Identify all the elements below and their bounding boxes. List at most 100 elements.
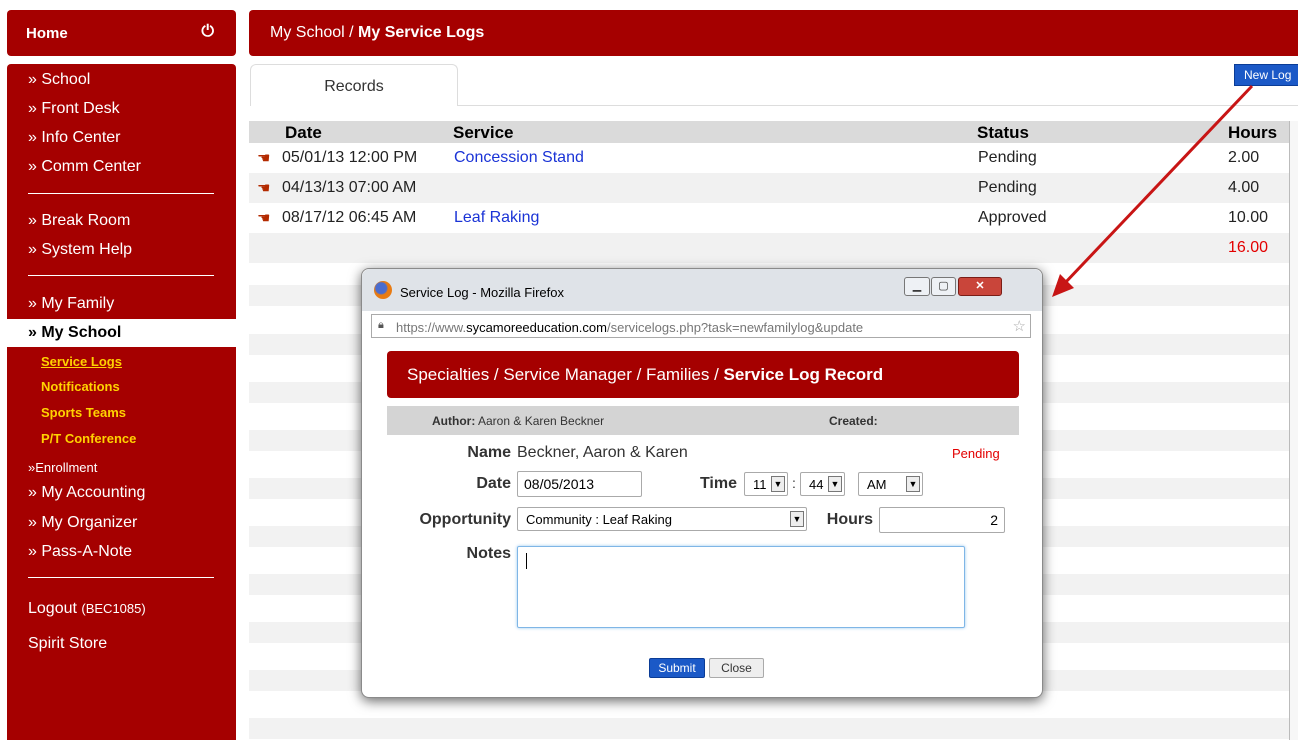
hand-icon: ☚ [257, 210, 271, 227]
sidebar-item-front-desk[interactable]: » Front Desk [28, 100, 120, 118]
vertical-scrollbar[interactable] [1289, 121, 1298, 740]
popup-content: Specialties / Service Manager / Families… [367, 342, 1037, 694]
sidebar-subitem-notifications[interactable]: Notifications [41, 379, 120, 394]
tab-records[interactable]: Records [250, 64, 458, 106]
col-service[interactable]: Service [453, 123, 514, 143]
date-field[interactable]: 08/05/2013 [517, 471, 642, 497]
row-status: Pending [978, 149, 1037, 166]
empty-stripe [249, 718, 1289, 739]
row-service-link[interactable]: Concession Stand [454, 149, 584, 167]
firefox-icon [374, 281, 392, 299]
name-label: Name [467, 444, 511, 461]
sidebar-item-logout[interactable]: Logout (BEC1085) [28, 600, 146, 618]
maximize-icon[interactable]: ▢ [931, 277, 956, 296]
ampm-value: AM [867, 477, 887, 492]
row-hours: 4.00 [1228, 179, 1260, 196]
sidebar-item-my-school[interactable]: » My School [7, 319, 236, 347]
hour-select[interactable]: 11 ▼ [744, 472, 788, 496]
sidebar-subitem-sports-teams[interactable]: Sports Teams [41, 405, 126, 420]
sidebar-item-my-school-label[interactable]: » My School [28, 324, 121, 342]
col-status[interactable]: Status [977, 123, 1029, 143]
row-date: 05/01/13 12:00 PM [282, 149, 418, 166]
col-date[interactable]: Date [285, 123, 322, 143]
time-label: Time [699, 475, 737, 492]
table-header: Date Service Status Hours [249, 121, 1289, 143]
popup-header: Specialties / Service Manager / Families… [387, 351, 1019, 398]
sidebar-item-break-room[interactable]: » Break Room [28, 212, 130, 230]
hour-value: 11 [753, 477, 767, 492]
window-title: Service Log - Mozilla Firefox [400, 285, 564, 300]
user-code: (BEC1085) [81, 601, 146, 616]
page-header: My School / My Service Logs [249, 10, 1298, 56]
ampm-select[interactable]: AM ▼ [858, 472, 923, 496]
table-row[interactable]: ☚ 05/01/13 12:00 PM Concession Stand Pen… [249, 143, 1289, 173]
sidebar-item-school[interactable]: » School [28, 71, 90, 89]
notes-label: Notes [466, 545, 511, 562]
minute-select[interactable]: 44 ▼ [800, 472, 845, 496]
hours-label: Hours [826, 511, 873, 528]
chevron-down-icon[interactable]: ▼ [771, 476, 785, 492]
sidebar-divider [28, 577, 214, 578]
sidebar-item-my-organizer[interactable]: » My Organizer [28, 514, 137, 532]
row-status: Pending [978, 179, 1037, 196]
url-domain: sycamoreeducation.com [466, 320, 607, 335]
opportunity-value: Community : Leaf Raking [526, 512, 672, 527]
minute-value: 44 [809, 477, 824, 492]
bookmark-star-icon[interactable]: ☆ [1013, 317, 1026, 335]
url-bar[interactable]: 🔒︎ https://www.sycamoreeducation.com/ser… [371, 314, 1031, 338]
close-icon[interactable]: ✕ [958, 277, 1002, 296]
sidebar-item-comm-center[interactable]: » Comm Center [28, 158, 141, 176]
total-hours: 16.00 [1228, 239, 1269, 256]
author-label: Author: [432, 414, 476, 428]
home-label[interactable]: Home [26, 25, 68, 42]
popup-breadcrumb-parent[interactable]: Specialties / Service Manager / Families… [407, 365, 724, 384]
opportunity-select[interactable]: Community : Leaf Raking ▼ [517, 507, 807, 531]
url-path: /servicelogs.php?task=newfamilylog&updat… [606, 320, 864, 335]
url-text[interactable]: https://www.sycamoreeducation.com/servic… [396, 320, 863, 335]
table-row[interactable]: ☚ 04/13/13 07:00 AM Pending 4.00 [249, 173, 1289, 203]
time-separator: : [792, 475, 796, 491]
sidebar-menu: » School » Front Desk » Info Center » Co… [7, 64, 236, 740]
status-text: Pending [952, 446, 1000, 461]
chevron-down-icon[interactable]: ▼ [906, 476, 920, 492]
sidebar-subitem-pt-conference[interactable]: P/T Conference [41, 431, 136, 446]
record-info-bar: Author: Aaron & Karen Beckner Created: [387, 406, 1019, 435]
sidebar-item-enrollment[interactable]: »Enrollment [28, 460, 97, 475]
sidebar-item-my-family[interactable]: » My Family [28, 295, 114, 313]
new-log-button[interactable]: New Log [1234, 64, 1298, 86]
popup-breadcrumb: Specialties / Service Manager / Families… [407, 365, 883, 385]
opportunity-label: Opportunity [419, 511, 511, 528]
sidebar-subitem-service-logs[interactable]: Service Logs [41, 354, 122, 369]
row-date: 08/17/12 06:45 AM [282, 209, 417, 226]
sidebar-item-spirit-store[interactable]: Spirit Store [28, 635, 107, 653]
breadcrumb-parent[interactable]: My School / [270, 24, 358, 41]
breadcrumb: My School / My Service Logs [270, 24, 484, 42]
logout-label[interactable]: Logout [28, 600, 77, 617]
author-info: Author: Aaron & Karen Beckner [432, 414, 604, 428]
sidebar-divider [28, 275, 214, 276]
table-row[interactable]: ☚ 08/17/12 06:45 AM Leaf Raking Approved… [249, 203, 1289, 233]
chevron-down-icon[interactable]: ▼ [828, 476, 842, 492]
hours-field[interactable]: 2 [879, 507, 1005, 533]
page-title: My Service Logs [358, 24, 485, 41]
power-icon[interactable]: ⏻ [201, 23, 214, 41]
author-value: Aaron & Karen Beckner [478, 414, 605, 428]
sidebar-item-my-accounting[interactable]: » My Accounting [28, 484, 145, 502]
col-hours[interactable]: Hours [1228, 123, 1277, 143]
notes-textarea[interactable] [517, 546, 965, 628]
sidebar-item-info-center[interactable]: » Info Center [28, 129, 121, 147]
chevron-down-icon[interactable]: ▼ [790, 511, 804, 527]
submit-button[interactable]: Submit [649, 658, 705, 678]
lock-icon: 🔒︎ [378, 319, 384, 331]
close-button[interactable]: Close [709, 658, 764, 678]
window-titlebar[interactable]: Service Log - Mozilla Firefox ▁ ▢ ✕ [362, 269, 1042, 311]
name-value: Beckner, Aaron & Karen [517, 444, 688, 461]
tab-underline [458, 105, 1298, 106]
row-status: Approved [978, 209, 1047, 226]
sidebar-item-pass-a-note[interactable]: » Pass-A-Note [28, 543, 132, 561]
row-service-link[interactable]: Leaf Raking [454, 209, 539, 227]
hand-icon: ☚ [257, 180, 271, 197]
minimize-icon[interactable]: ▁ [904, 277, 930, 296]
home-bar[interactable]: Home ⏻ [7, 10, 236, 56]
sidebar-item-system-help[interactable]: » System Help [28, 241, 132, 259]
